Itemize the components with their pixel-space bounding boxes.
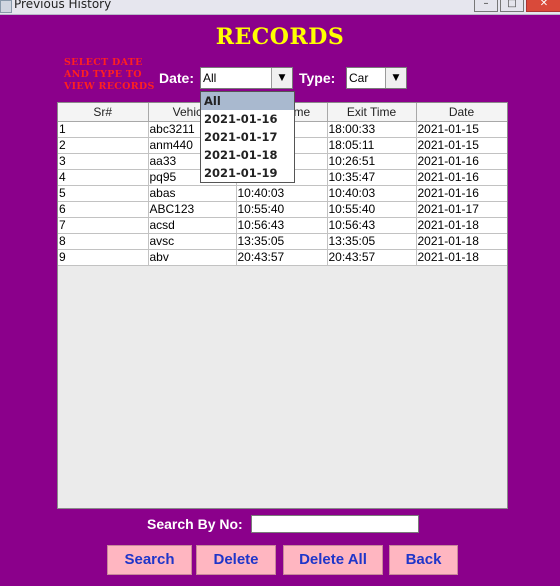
date-label: Date: [159, 70, 195, 86]
table-row[interactable]: 5 abas 10:40:03 10:40:03 2021-01-16 [58, 185, 507, 202]
table-cell[interactable]: avsc [148, 233, 237, 250]
table-cell[interactable]: 10:55:40 [236, 201, 328, 218]
table-cell[interactable]: 13:35:05 [327, 233, 417, 250]
table-cell[interactable]: 8 [58, 233, 149, 250]
search-button[interactable]: Search [107, 545, 192, 575]
table-cell[interactable]: 10:55:40 [327, 201, 417, 218]
table-cell[interactable]: 20:43:57 [236, 249, 328, 266]
type-label: Type: [299, 70, 336, 86]
table-cell[interactable]: 7 [58, 217, 149, 234]
minimize-button[interactable]: – [474, 0, 498, 12]
search-label: Search By No: [147, 516, 243, 532]
table-row[interactable]: 6 ABC123 10:55:40 10:55:40 2021-01-17 [58, 201, 507, 218]
table-cell[interactable]: 6 [58, 201, 149, 218]
table-cell[interactable]: 13:35:05 [236, 233, 328, 250]
delete-all-button[interactable]: Delete All [283, 545, 383, 575]
chevron-down-icon[interactable]: ▼ [385, 68, 406, 88]
back-button[interactable]: Back [389, 545, 458, 575]
table-cell[interactable]: 4 [58, 169, 149, 186]
table-cell[interactable]: 10:56:43 [327, 217, 417, 234]
date-combobox-value: All [203, 71, 217, 85]
type-combobox-value: Car [349, 71, 369, 85]
delete-button[interactable]: Delete [196, 545, 276, 575]
table-cell[interactable]: 2021-01-16 [416, 169, 507, 186]
table-cell[interactable]: 2021-01-18 [416, 233, 507, 250]
table-row[interactable]: 7 acsd 10:56:43 10:56:43 2021-01-18 [58, 217, 507, 234]
instruction-text: SELECT DATE AND TYPE TO VIEW RECORDS [64, 57, 155, 92]
table-cell[interactable]: 1 [58, 121, 149, 138]
window-titlebar: Previous History – □ ✕ [0, 0, 560, 15]
date-combobox[interactable]: All ▼ [200, 67, 293, 89]
table-cell[interactable]: 10:40:03 [236, 185, 328, 202]
maximize-button[interactable]: □ [500, 0, 524, 12]
table-row[interactable]: 9 abv 20:43:57 20:43:57 2021-01-18 [58, 249, 507, 266]
column-header[interactable]: Date [416, 103, 507, 122]
date-option[interactable]: All [201, 92, 294, 110]
type-combobox[interactable]: Car ▼ [346, 67, 407, 89]
date-option[interactable]: 2021-01-19 [201, 164, 294, 182]
date-dropdown-list: All 2021-01-16 2021-01-17 2021-01-18 202… [200, 91, 295, 183]
table-cell[interactable]: 2 [58, 137, 149, 154]
table-cell[interactable]: 10:26:51 [327, 153, 417, 170]
table-cell[interactable]: 20:43:57 [327, 249, 417, 266]
column-header[interactable]: Exit Time [327, 103, 417, 122]
table-cell[interactable]: 2021-01-18 [416, 249, 507, 266]
column-header[interactable]: Sr# [58, 103, 149, 122]
table-cell[interactable]: 10:56:43 [236, 217, 328, 234]
table-cell[interactable]: 18:05:11 [327, 137, 417, 154]
table-cell[interactable]: abv [148, 249, 237, 266]
table-cell[interactable]: 10:35:47 [327, 169, 417, 186]
table-cell[interactable]: 2021-01-16 [416, 185, 507, 202]
table-cell[interactable]: 2021-01-15 [416, 137, 507, 154]
table-cell[interactable]: 3 [58, 153, 149, 170]
close-button[interactable]: ✕ [526, 0, 560, 12]
table-cell[interactable]: 10:40:03 [327, 185, 417, 202]
table-cell[interactable]: ABC123 [148, 201, 237, 218]
page-title: RECORDS [215, 24, 345, 50]
table-cell[interactable]: 2021-01-15 [416, 121, 507, 138]
table-cell[interactable]: 2021-01-16 [416, 153, 507, 170]
table-cell[interactable]: 9 [58, 249, 149, 266]
date-option[interactable]: 2021-01-17 [201, 128, 294, 146]
table-cell[interactable]: abas [148, 185, 237, 202]
table-cell[interactable]: 2021-01-18 [416, 217, 507, 234]
table-cell[interactable]: 18:00:33 [327, 121, 417, 138]
date-option[interactable]: 2021-01-18 [201, 146, 294, 164]
app-icon [0, 0, 12, 13]
table-cell[interactable]: 5 [58, 185, 149, 202]
table-cell[interactable]: acsd [148, 217, 237, 234]
table-cell[interactable]: 2021-01-17 [416, 201, 507, 218]
search-input[interactable] [251, 515, 419, 533]
window-title: Previous History [14, 0, 112, 11]
chevron-down-icon[interactable]: ▼ [271, 68, 292, 88]
table-row[interactable]: 8 avsc 13:35:05 13:35:05 2021-01-18 [58, 233, 507, 250]
date-option[interactable]: 2021-01-16 [201, 110, 294, 128]
